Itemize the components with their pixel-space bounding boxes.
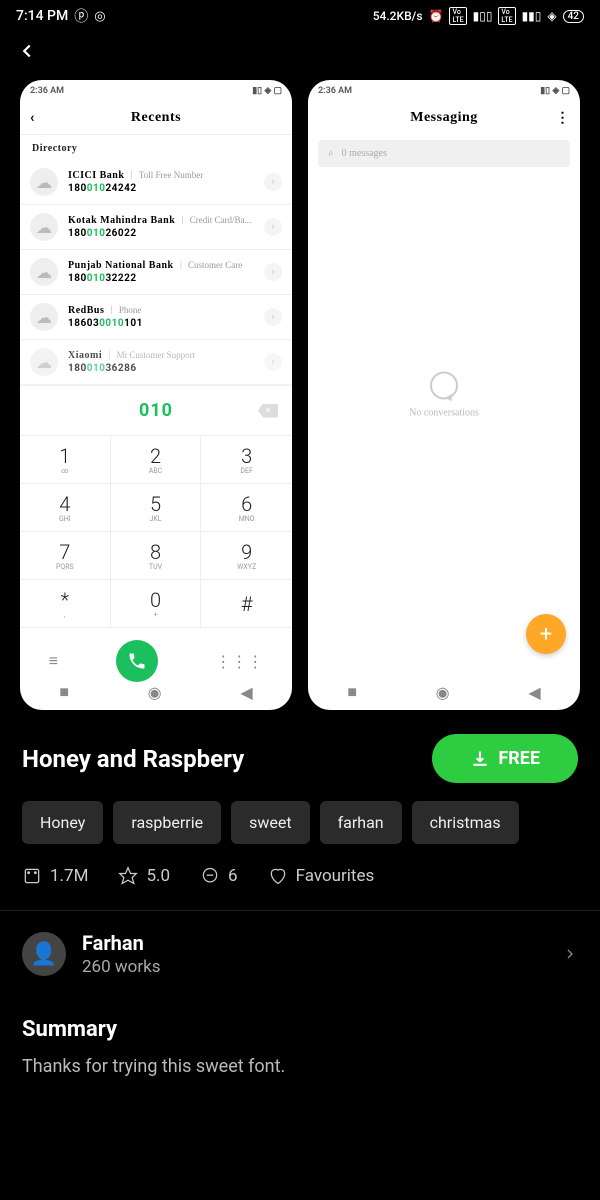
directory-row: ☁ ICICI Bank|Toll Free Number 1800102424… (20, 160, 292, 205)
mini-time: 2:36 AM (30, 86, 64, 96)
keypad-key: # (201, 580, 292, 628)
directory-row: ☁ Punjab National Bank|Customer Care 180… (20, 250, 292, 295)
keypad-key: 7PQRS (20, 532, 111, 580)
chevron-right-icon: › (264, 173, 282, 191)
star-icon (118, 866, 138, 886)
preview-dialer: 2:36 AM ▮▯ ◈ ▢ ‹ Recents Directory ☁ ICI… (20, 80, 292, 710)
tag[interactable]: raspberrie (113, 801, 221, 844)
contact-avatar-icon: ☁ (30, 258, 58, 286)
tag[interactable]: Honey (22, 801, 103, 844)
keypad-key: 1∞ (20, 436, 111, 484)
volte-icon: VoLTE (449, 7, 466, 25)
keypad-key: 0+ (111, 580, 202, 628)
contact-avatar-icon: ☁ (30, 168, 58, 196)
device-status-bar: 7:14 PM ⓟ ◎ 54.2KB/s ⏰ VoLTE ▮▯▯ VoLTE ▮… (0, 0, 600, 32)
chevron-right-icon: › (264, 308, 282, 326)
summary-title: Summary (22, 1017, 578, 1042)
author-row[interactable]: 👤 Farhan 260 works (0, 911, 600, 997)
status-time: 7:14 PM (16, 8, 68, 24)
alarm-icon: ⏰ (429, 9, 444, 23)
keypad-key: *, (20, 580, 111, 628)
directory-label: Directory (20, 134, 292, 160)
chevron-right-icon: › (264, 263, 282, 281)
heart-icon (268, 866, 288, 886)
keypad-key: 4GHI (20, 484, 111, 532)
messaging-menu-icon: ⋮ (556, 110, 571, 126)
keypad-key: 2ABC (111, 436, 202, 484)
download-count-icon (22, 866, 42, 886)
nav-home-icon-2: ◉ (436, 683, 450, 702)
dialed-number: 010 (139, 400, 173, 421)
nav-back-icon: ◀ (240, 683, 252, 702)
tag[interactable]: farhan (320, 801, 402, 844)
contact-avatar-icon: ☁ (30, 303, 58, 331)
author-works: 260 works (82, 957, 546, 977)
nav-recent-icon: ■ (59, 682, 69, 702)
comment-icon (200, 866, 220, 886)
stat-comments[interactable]: 6 (200, 866, 238, 886)
nav-bar: ■ ◉ ◀ (20, 674, 292, 710)
stats-row: 1.7M 5.0 6 Favourites (0, 866, 600, 911)
pinterest-icon: ⓟ (74, 6, 88, 26)
battery-icon: 42 (563, 10, 584, 23)
keypad-key: 6MNO (201, 484, 292, 532)
dialer-title: Recents (131, 110, 181, 126)
chevron-right-icon (562, 946, 578, 962)
preview-messaging: 2:36 AM ▮▯ ◈ ▢ Messaging ⋮ ⌕ 0 messages … (308, 80, 580, 710)
search-text: 0 messages (342, 148, 387, 159)
keypad-key: 5JKL (111, 484, 202, 532)
chevron-right-icon: › (264, 353, 282, 371)
directory-row: ☁ RedBus|Phone 186030010101 › (20, 295, 292, 340)
messaging-title: Messaging (410, 110, 478, 126)
mini-status-icons: ▮▯ ◈ ▢ (252, 86, 282, 96)
nav-bar-2: ■ ◉ ◀ (308, 674, 580, 710)
compose-fab: + (526, 614, 566, 654)
keypad-key: 8TUV (111, 532, 202, 580)
mini-status-icons-2: ▮▯ ◈ ▢ (540, 86, 570, 96)
menu-icon: ≡ (49, 651, 58, 671)
signal-icon-2: ▮▮▯ (522, 9, 542, 23)
signal-icon: ▮▯▯ (473, 9, 493, 23)
wifi-icon: ◈ (547, 9, 556, 23)
stat-rating[interactable]: 5.0 (118, 866, 170, 886)
nav-recent-icon-2: ■ (347, 682, 357, 702)
summary-text: Thanks for trying this sweet font. (22, 1056, 578, 1077)
back-icon[interactable] (16, 40, 38, 62)
dialer-back-icon: ‹ (30, 110, 35, 126)
chat-bubble-icon (430, 372, 458, 400)
instagram-icon: ◎ (94, 9, 105, 24)
theme-title: Honey and Raspbery (22, 745, 244, 773)
chevron-right-icon: › (264, 218, 282, 236)
directory-row: ☁ Xiaomi|Mi Customer Support 18001036286… (20, 340, 292, 385)
author-name: Farhan (82, 931, 546, 955)
tag-list: Honeyraspberriesweet farhanchristmas (0, 801, 600, 866)
author-avatar: 👤 (22, 932, 66, 976)
directory-row: ☁ Kotak Mahindra Bank|Credit Card/Ba... … (20, 205, 292, 250)
nav-back-icon-2: ◀ (528, 683, 540, 702)
nav-home-icon: ◉ (148, 683, 162, 702)
tag[interactable]: sweet (231, 801, 309, 844)
tag[interactable]: christmas (412, 801, 519, 844)
stat-favourites[interactable]: Favourites (268, 866, 375, 886)
download-label: FREE (498, 748, 540, 769)
status-speed: 54.2KB/s (373, 9, 423, 23)
empty-state: No conversations (308, 372, 580, 419)
keypad-key: 3DEF (201, 436, 292, 484)
keypad-key: 9WXYZ (201, 532, 292, 580)
volte-icon-2: VoLTE (498, 7, 515, 25)
mini-time-2: 2:36 AM (318, 86, 352, 96)
backspace-icon: × (258, 404, 278, 418)
stat-downloads[interactable]: 1.7M (22, 866, 88, 886)
contact-avatar-icon: ☁ (30, 213, 58, 241)
dialpad-icon: ⋮⋮⋮ (215, 652, 263, 671)
dialed-number-area: 010 × (20, 385, 292, 435)
keypad: 1∞2ABC3DEF 4GHI5JKL6MNO 7PQRS8TUV9WXYZ *,0+… (20, 435, 292, 628)
contact-avatar-icon: ☁ (30, 348, 58, 376)
empty-text: No conversations (308, 408, 580, 419)
search-icon: ⌕ (328, 148, 334, 159)
search-bar: ⌕ 0 messages (318, 140, 570, 167)
preview-carousel[interactable]: 2:36 AM ▮▯ ◈ ▢ ‹ Recents Directory ☁ ICI… (0, 80, 600, 710)
download-button[interactable]: FREE (432, 734, 578, 783)
